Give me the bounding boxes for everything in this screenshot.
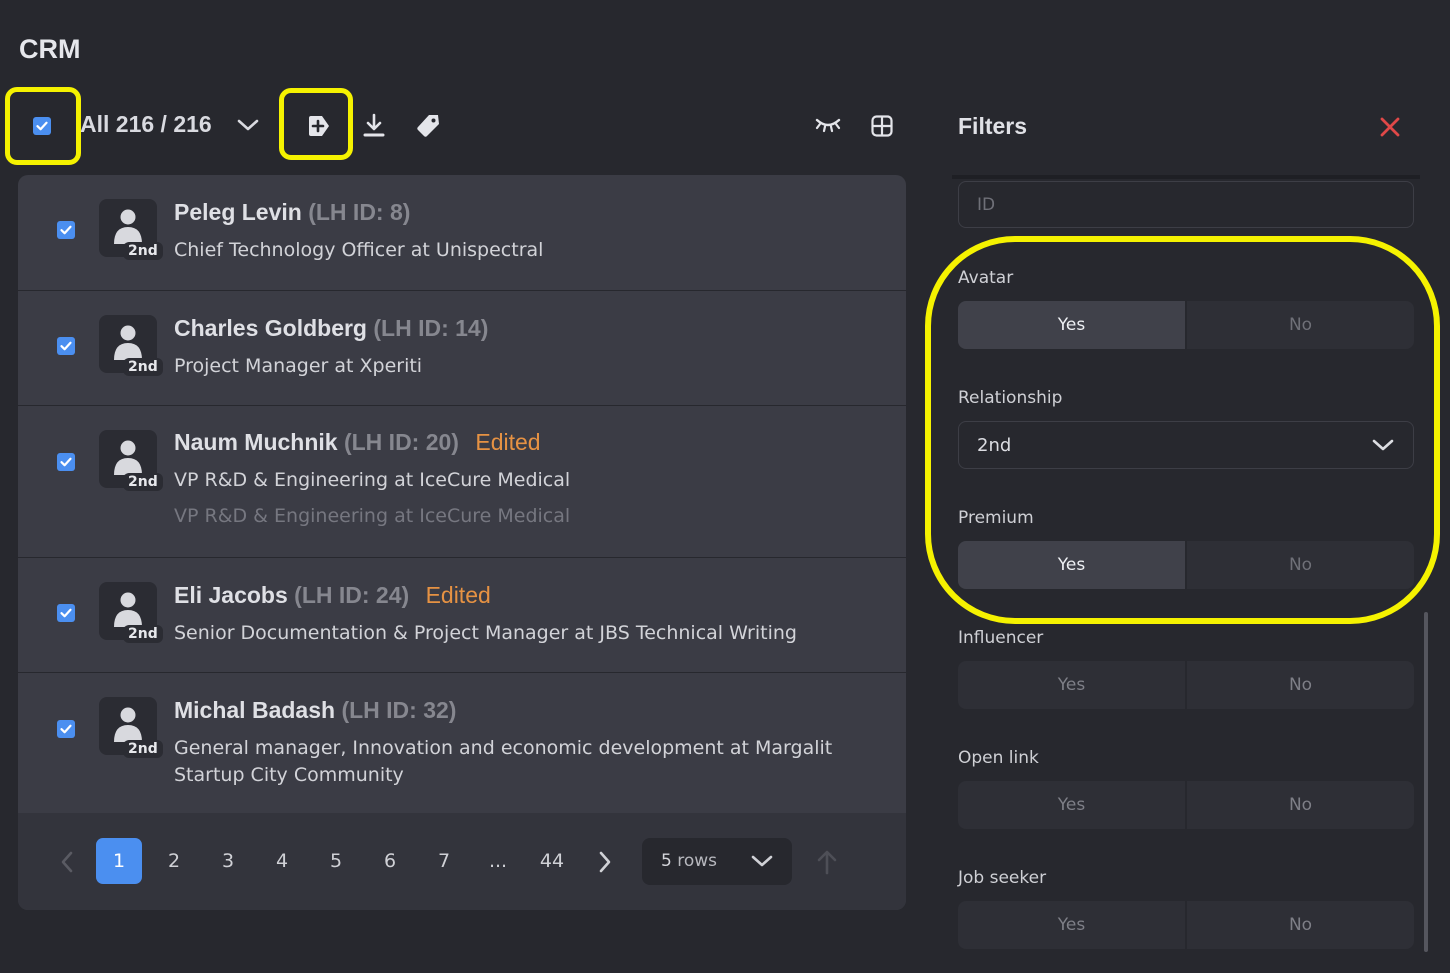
job-seeker-yes-option[interactable]: Yes (958, 901, 1185, 949)
job-seeker-no-option[interactable]: No (1187, 901, 1414, 949)
filters-scrollbar[interactable] (1424, 612, 1428, 952)
hide-eye-icon[interactable] (814, 115, 842, 137)
rows-per-page-value: 5 rows (661, 851, 718, 871)
contact-name[interactable]: Peleg Levin (174, 199, 302, 225)
contact-lhid: (LH ID: 14) (373, 315, 489, 341)
row-checkbox[interactable] (57, 604, 75, 622)
avatar: 2nd (99, 697, 163, 758)
influencer-filter-toggle: Yes No (958, 661, 1414, 709)
selection-count: All 216 / 216 (80, 111, 212, 137)
page-button[interactable]: 1 (96, 838, 142, 884)
highlight-select-all (5, 87, 81, 165)
contact-job: Project Manager at Xperiti (174, 355, 423, 377)
degree-badge: 2nd (123, 242, 163, 260)
chevron-down-icon[interactable] (236, 117, 260, 133)
influencer-filter-label: Influencer (958, 628, 1044, 648)
contact-job: General manager, Innovation and economic… (174, 737, 833, 786)
contact-name-line: Eli Jacobs (LH ID: 24) Edited (174, 582, 491, 609)
columns-grid-icon[interactable] (870, 114, 894, 138)
page-button[interactable]: 4 (259, 838, 305, 884)
app-title: CRM (19, 34, 81, 64)
contact-job: Senior Documentation & Project Manager a… (174, 622, 797, 644)
page-button[interactable]: 44 (529, 838, 575, 884)
contact-job-original: VP R&D & Engineering at IceCure Medical (174, 505, 571, 527)
table-row[interactable]: 2nd Peleg Levin (LH ID: 8) Chief Technol… (18, 175, 906, 291)
page-ellipsis[interactable]: ... (475, 838, 521, 884)
open-link-yes-option[interactable]: Yes (958, 781, 1185, 829)
page-button[interactable]: 7 (421, 838, 467, 884)
contact-name[interactable]: Eli Jacobs (174, 582, 288, 608)
degree-badge: 2nd (123, 625, 163, 643)
check-icon (60, 608, 72, 618)
tag-icon[interactable] (415, 113, 441, 139)
filters-title: Filters (958, 113, 1028, 139)
page-button[interactable]: 6 (367, 838, 413, 884)
influencer-yes-option[interactable]: Yes (958, 661, 1185, 709)
check-icon (60, 457, 72, 467)
table-row[interactable]: 2nd Naum Muchnik (LH ID: 20) Edited VP R… (18, 406, 906, 558)
avatar: 2nd (99, 430, 163, 491)
highlight-add-tag (279, 88, 353, 160)
contact-job: VP R&D & Engineering at IceCure Medical (174, 469, 571, 491)
edited-badge: Edited (425, 582, 491, 608)
page-button[interactable]: 3 (205, 838, 251, 884)
avatar: 2nd (99, 199, 163, 260)
pagination: 1 2 3 4 5 6 7 ... 44 5 rows (18, 813, 906, 910)
row-checkbox[interactable] (57, 720, 75, 738)
scroll-to-top-icon[interactable] (816, 849, 838, 875)
contact-name[interactable]: Charles Goldberg (174, 315, 367, 341)
degree-badge: 2nd (123, 473, 163, 491)
contact-name-line: Peleg Levin (LH ID: 8) (174, 199, 410, 226)
page-button[interactable]: 5 (313, 838, 359, 884)
contact-lhid: (LH ID: 8) (308, 199, 411, 225)
check-icon (60, 724, 72, 734)
chevron-left-icon[interactable] (60, 851, 74, 873)
contact-name[interactable]: Naum Muchnik (174, 429, 338, 455)
table-row[interactable]: 2nd Charles Goldberg (LH ID: 14) Project… (18, 291, 906, 406)
edited-badge: Edited (475, 429, 541, 455)
row-checkbox[interactable] (57, 453, 75, 471)
highlight-filters-group (925, 236, 1440, 624)
contact-lhid: (LH ID: 24) (294, 582, 410, 608)
contact-lhid: (LH ID: 20) (343, 429, 459, 455)
contact-name-line: Naum Muchnik (LH ID: 20) Edited (174, 429, 541, 456)
avatar: 2nd (99, 582, 163, 643)
job-seeker-filter-toggle: Yes No (958, 901, 1414, 949)
id-filter-input[interactable] (958, 181, 1414, 228)
contact-list: 2nd Peleg Levin (LH ID: 8) Chief Technol… (18, 175, 906, 910)
row-checkbox[interactable] (57, 337, 75, 355)
chevron-right-icon[interactable] (598, 851, 612, 873)
page-button[interactable]: 2 (151, 838, 197, 884)
table-row[interactable]: 2nd Eli Jacobs (LH ID: 24) Edited Senior… (18, 558, 906, 673)
job-seeker-filter-label: Job seeker (958, 868, 1047, 888)
influencer-no-option[interactable]: No (1187, 661, 1414, 709)
row-checkbox[interactable] (57, 221, 75, 239)
avatar: 2nd (99, 315, 163, 376)
degree-badge: 2nd (123, 740, 163, 758)
open-link-filter-label: Open link (958, 748, 1039, 768)
table-row[interactable]: 2nd Michal Badash (LH ID: 32) General ma… (18, 673, 906, 813)
contact-name[interactable]: Michal Badash (174, 697, 335, 723)
filters-divider (952, 175, 1420, 179)
rows-per-page-select[interactable]: 5 rows (642, 838, 792, 885)
toolbar: All 216 / 216 (0, 95, 920, 157)
contact-job: Chief Technology Officer at Unispectral (174, 239, 544, 261)
contact-name-line: Charles Goldberg (LH ID: 14) (174, 315, 488, 342)
open-link-no-option[interactable]: No (1187, 781, 1414, 829)
contact-lhid: (LH ID: 32) (341, 697, 457, 723)
contact-name-line: Michal Badash (LH ID: 32) (174, 697, 456, 724)
chevron-down-icon (751, 855, 773, 867)
degree-badge: 2nd (123, 358, 163, 376)
close-icon[interactable] (1380, 117, 1400, 137)
check-icon (60, 225, 72, 235)
download-icon[interactable] (362, 113, 386, 139)
open-link-filter-toggle: Yes No (958, 781, 1414, 829)
check-icon (60, 341, 72, 351)
